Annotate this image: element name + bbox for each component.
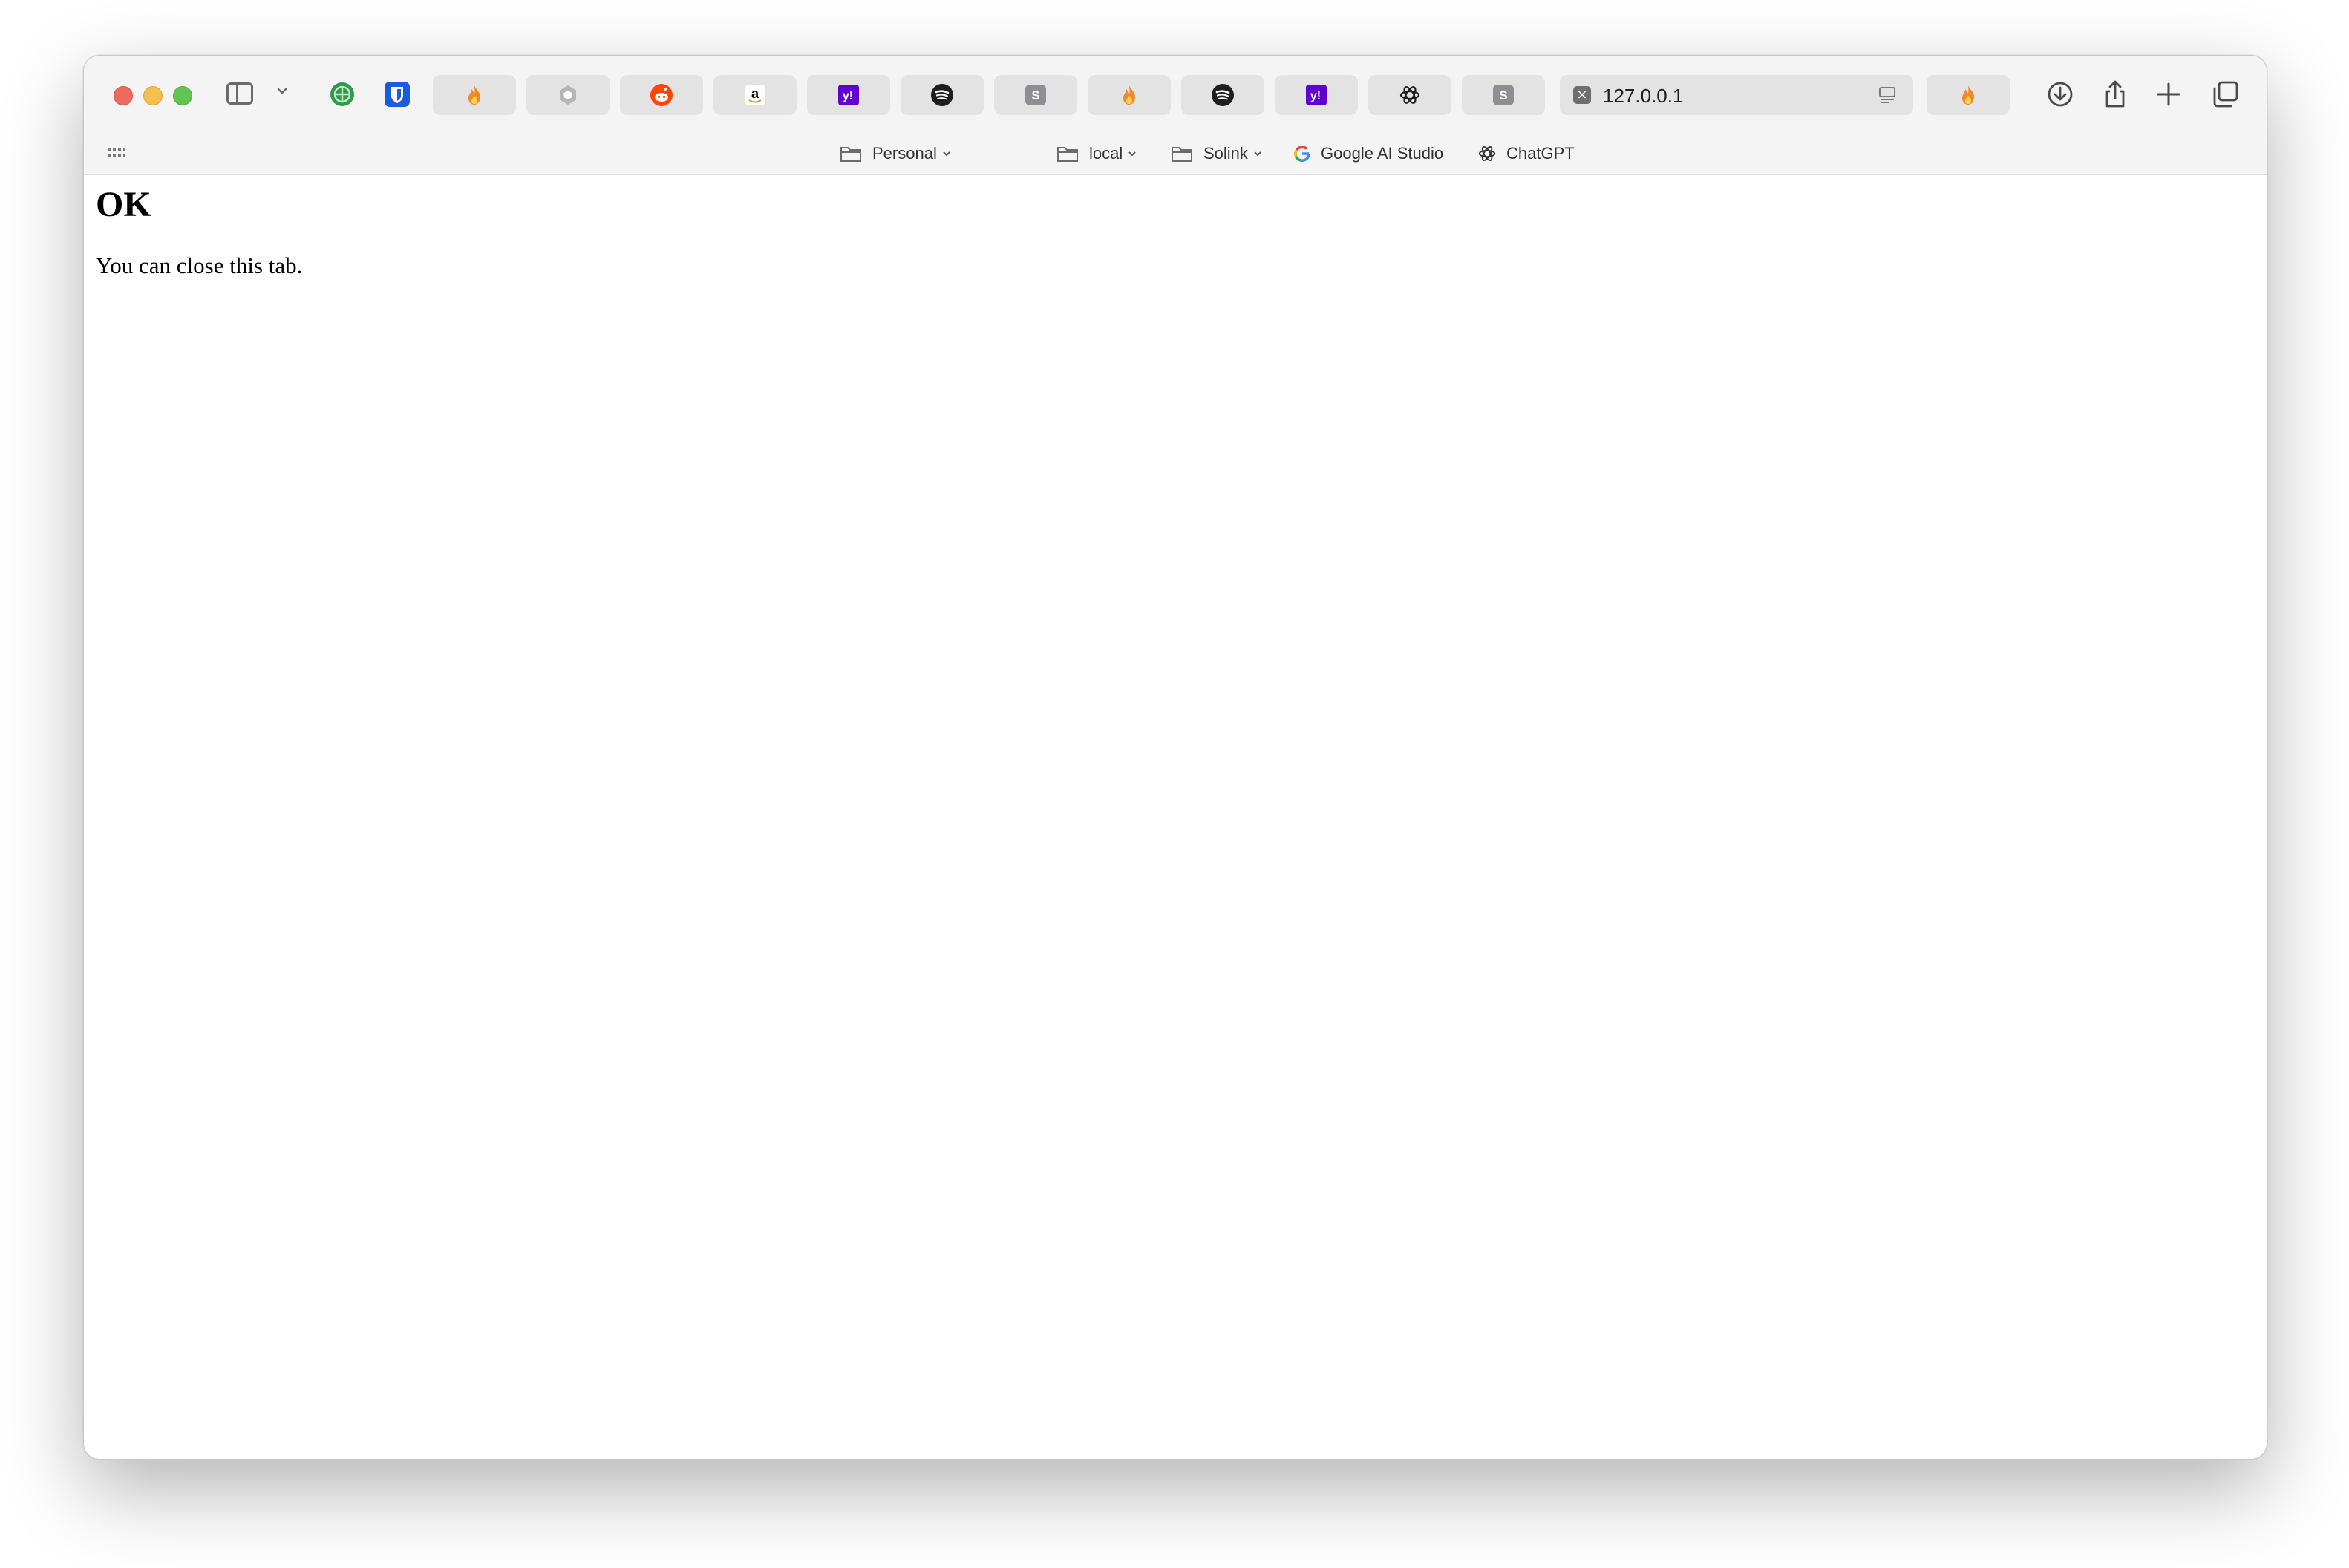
fire-icon bbox=[1123, 85, 1135, 105]
chevron-down-icon[interactable] bbox=[275, 84, 290, 99]
close-window-button[interactable] bbox=[114, 86, 133, 105]
tab[interactable]: S bbox=[994, 75, 1077, 115]
reddit-icon bbox=[650, 84, 673, 106]
svg-text:S: S bbox=[1499, 88, 1507, 102]
tab[interactable]: y! bbox=[1275, 75, 1358, 115]
bookmark-label: Personal bbox=[872, 144, 937, 163]
tab[interactable]: y! bbox=[807, 75, 890, 115]
svg-text:S: S bbox=[1031, 88, 1039, 102]
tab[interactable] bbox=[901, 75, 984, 115]
svg-text:a: a bbox=[751, 86, 759, 101]
folder-icon bbox=[1057, 147, 1078, 162]
new-tab-icon[interactable] bbox=[2152, 78, 2185, 111]
spotify-icon bbox=[1212, 84, 1234, 106]
chevron-down-icon bbox=[943, 151, 950, 157]
tab[interactable] bbox=[433, 75, 516, 115]
address-bar[interactable]: × 127.0.0.1 bbox=[1560, 75, 1913, 115]
openai-icon bbox=[1399, 86, 1420, 104]
downloads-icon[interactable] bbox=[2044, 78, 2077, 111]
url-text[interactable]: 127.0.0.1 bbox=[1603, 85, 1683, 108]
page-heading: OK bbox=[96, 185, 151, 224]
bookmark-chatgpt[interactable]: ChatGPT bbox=[1477, 142, 1575, 166]
bookmark-google-ai-studio[interactable]: Google AI Studio bbox=[1293, 142, 1443, 166]
hexagon-icon bbox=[560, 85, 576, 105]
bookmark-folder-solink[interactable]: Solink bbox=[1171, 142, 1263, 166]
maximize-window-button[interactable] bbox=[173, 86, 192, 105]
tab[interactable]: S bbox=[1462, 75, 1545, 115]
tab[interactable]: a bbox=[713, 75, 797, 115]
bookmarks-bar: Personal local Solink Google AI Studio C… bbox=[84, 133, 2267, 175]
browser-window: a y! S y! S × 127.0.0.1 Personal local S… bbox=[83, 55, 2267, 1460]
google-icon bbox=[1294, 146, 1310, 162]
reader-view-icon[interactable] bbox=[1878, 85, 1897, 105]
bookmark-label: Solink bbox=[1203, 144, 1248, 163]
tab[interactable] bbox=[1368, 75, 1451, 115]
fire-icon bbox=[468, 85, 480, 105]
yahoo-icon: y! bbox=[838, 85, 859, 105]
page-content: OK You can close this tab. bbox=[84, 175, 2267, 1459]
sidebar-toggle-icon[interactable] bbox=[226, 82, 253, 105]
bookmark-label: local bbox=[1089, 144, 1123, 163]
fire-icon bbox=[1962, 85, 1974, 105]
tab[interactable] bbox=[620, 75, 703, 115]
folder-icon bbox=[1172, 147, 1192, 162]
globe-green-icon[interactable] bbox=[329, 81, 356, 108]
spotify-icon bbox=[931, 84, 953, 106]
tab[interactable] bbox=[526, 75, 610, 115]
minimize-window-button[interactable] bbox=[143, 86, 163, 105]
bookmark-folder-personal[interactable]: Personal bbox=[840, 142, 952, 166]
s-icon: S bbox=[1025, 85, 1046, 105]
tab-overview-icon[interactable] bbox=[2209, 78, 2241, 111]
tab[interactable] bbox=[1927, 75, 2010, 115]
amazon-icon: a bbox=[745, 85, 765, 105]
svg-text:y!: y! bbox=[843, 90, 853, 102]
tab[interactable] bbox=[1181, 75, 1264, 115]
folder-icon bbox=[840, 147, 861, 162]
svg-text:y!: y! bbox=[1310, 90, 1321, 102]
bookmark-label: Google AI Studio bbox=[1321, 144, 1444, 163]
browser-toolbar: a y! S y! S × 127.0.0.1 bbox=[84, 56, 2267, 134]
chevron-down-icon bbox=[1254, 151, 1261, 157]
bitwarden-icon[interactable] bbox=[384, 81, 411, 108]
page-message: You can close this tab. bbox=[96, 252, 303, 278]
tab[interactable] bbox=[1088, 75, 1171, 115]
openai-icon bbox=[1478, 146, 1496, 162]
share-icon[interactable] bbox=[2099, 78, 2131, 111]
chevron-down-icon bbox=[1128, 151, 1136, 157]
bookmark-folder-local[interactable]: local bbox=[1056, 142, 1137, 166]
yahoo-icon: y! bbox=[1306, 85, 1327, 105]
close-tab-icon[interactable]: × bbox=[1573, 86, 1591, 104]
s-icon: S bbox=[1493, 85, 1514, 105]
bookmark-label: ChatGPT bbox=[1506, 144, 1575, 163]
apps-grid-icon[interactable] bbox=[108, 146, 125, 161]
